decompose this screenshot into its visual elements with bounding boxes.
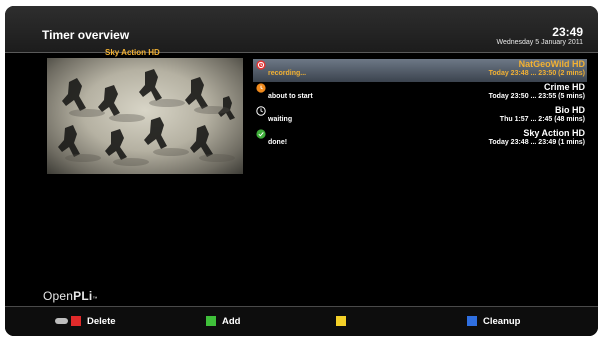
- timer-time: Today 23:50 ... 23:55 (5 mins): [488, 93, 585, 100]
- timer-entry-natgeowild[interactable]: NatGeoWild HD recording... Today 23:48 .…: [253, 59, 587, 82]
- video-preview: [47, 58, 243, 174]
- timer-status: waiting: [268, 116, 293, 123]
- header-bar: Timer overview 23:49 Wednesday 5 January…: [5, 6, 598, 52]
- clock-icon: [256, 106, 266, 116]
- record-icon: [256, 60, 266, 70]
- logo-tm: ™: [92, 296, 98, 302]
- timer-channel: Crime HD: [543, 82, 585, 92]
- yellow-key[interactable]: [336, 315, 352, 327]
- timer-time: Thu 1:57 ... 2:45 (48 mins): [499, 116, 585, 123]
- timer-time: Today 23:48 ... 23:49 (1 mins): [488, 139, 585, 146]
- cleanup-label: Cleanup: [483, 315, 521, 327]
- yellow-button-icon: [336, 316, 346, 326]
- timer-status: about to start: [268, 93, 313, 100]
- preview-image: [58, 69, 235, 166]
- about-to-start-icon: [256, 83, 266, 93]
- cleanup-key[interactable]: Cleanup: [467, 315, 520, 327]
- logo-open: Open: [43, 289, 74, 303]
- add-label: Add: [222, 315, 241, 327]
- date: Wednesday 5 January 2011: [496, 39, 583, 46]
- done-icon: [256, 129, 266, 139]
- openpli-logo: OpenPLi™: [43, 289, 98, 303]
- red-button-icon: [71, 316, 81, 326]
- timer-entry-skyaction[interactable]: Sky Action HD done! Today 23:48 ... 23:4…: [253, 128, 587, 151]
- timer-list: NatGeoWild HD recording... Today 23:48 .…: [253, 59, 587, 151]
- timer-overview-screen: Timer overview 23:49 Wednesday 5 January…: [5, 6, 598, 336]
- button-bar: Delete Add Cleanup: [5, 307, 598, 336]
- add-key[interactable]: Add: [206, 315, 240, 327]
- timer-time: Today 23:48 ... 23:50 (2 mins): [488, 70, 585, 77]
- clock: 23:49: [552, 25, 583, 39]
- timer-entry-crime[interactable]: Crime HD about to start Today 23:50 ... …: [253, 82, 587, 105]
- preview-channel-name: Sky Action HD: [105, 48, 160, 57]
- info-button-icon: [55, 318, 68, 324]
- timer-entry-bio[interactable]: Bio HD waiting Thu 1:57 ... 2:45 (48 min…: [253, 105, 587, 128]
- blue-button-icon: [467, 316, 477, 326]
- logo-pli: PLi: [73, 289, 93, 303]
- timer-status: done!: [268, 139, 288, 146]
- timer-status: recording...: [268, 70, 307, 77]
- green-button-icon: [206, 316, 216, 326]
- delete-key[interactable]: Delete: [55, 315, 116, 327]
- page-title: Timer overview: [42, 28, 130, 42]
- timer-channel: Sky Action HD: [523, 128, 585, 138]
- header-divider: [5, 52, 598, 53]
- timer-channel: Bio HD: [555, 105, 585, 115]
- timer-channel: NatGeoWild HD: [518, 59, 585, 69]
- delete-label: Delete: [87, 315, 116, 327]
